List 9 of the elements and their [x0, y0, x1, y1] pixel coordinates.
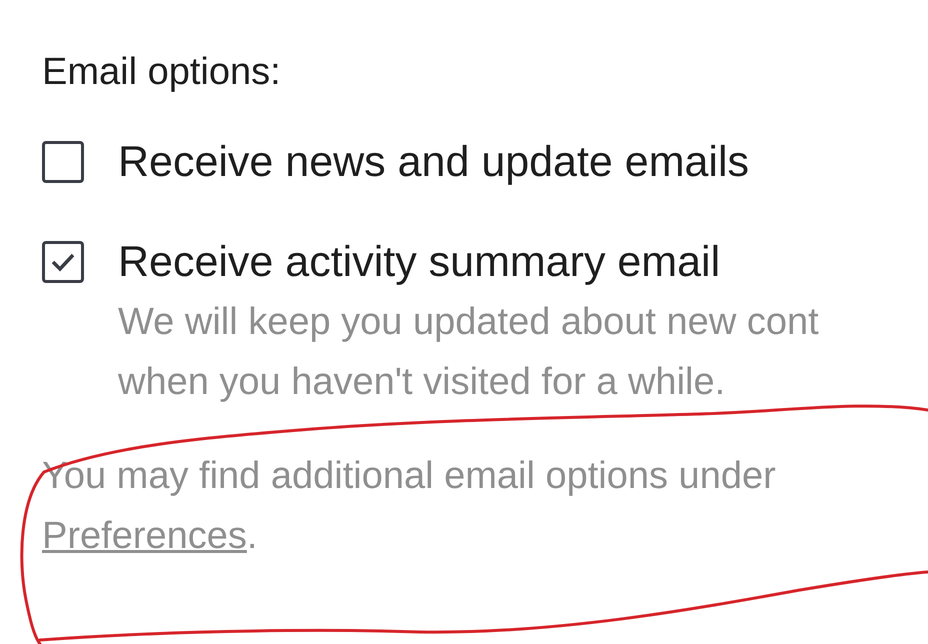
checkbox[interactable]: [42, 241, 84, 283]
checkmark-icon: [51, 252, 75, 272]
checkbox[interactable]: [42, 141, 84, 183]
option-description: when you haven't visited for a while.: [118, 360, 726, 405]
checkbox-label[interactable]: Receive news and update emails: [118, 136, 750, 188]
options-note: You may find additional email options under Preferences.: [42, 454, 777, 559]
checkbox-label[interactable]: Receive activity summary email: [118, 236, 720, 288]
section-heading: Email options:: [42, 50, 281, 95]
option-description: We will keep you updated about new cont: [118, 300, 819, 345]
